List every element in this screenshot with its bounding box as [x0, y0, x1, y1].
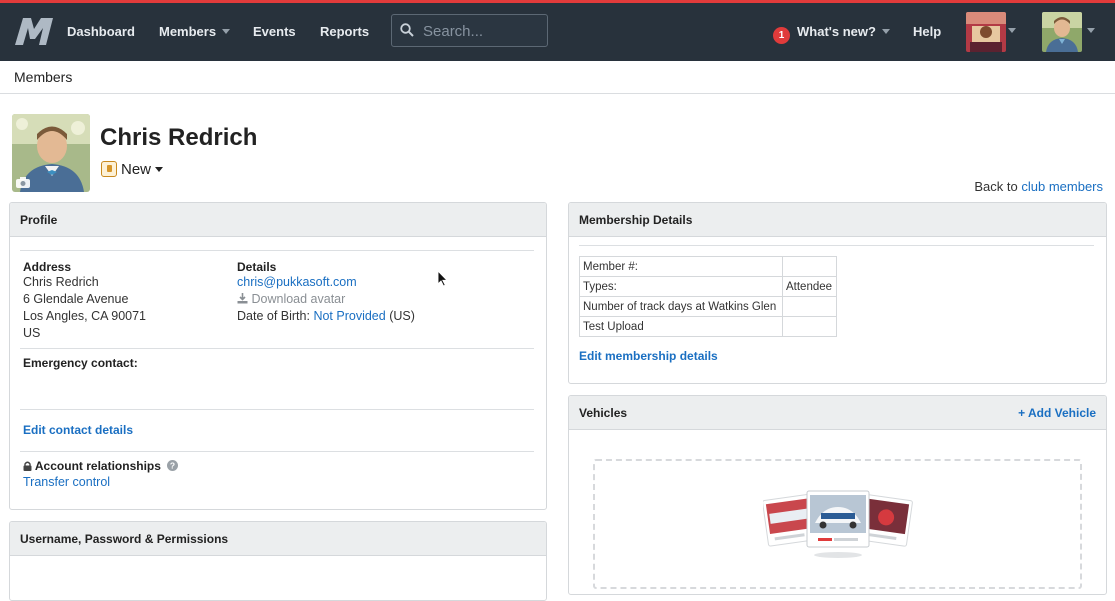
- table-row: Types: Attendee: [579, 276, 837, 297]
- edit-membership-details-link[interactable]: Edit membership details: [579, 349, 718, 363]
- search-box[interactable]: [391, 14, 548, 47]
- mouse-cursor-icon: [437, 270, 448, 287]
- breadcrumb-current: Members: [14, 69, 73, 85]
- chevron-down-icon: [1008, 28, 1016, 33]
- table-row: Member #:: [579, 256, 837, 277]
- membership-panel: Membership Details Member #: Types: Atten…: [568, 202, 1107, 384]
- nav-events[interactable]: Events: [253, 24, 296, 39]
- transfer-control-link[interactable]: Transfer control: [23, 475, 110, 489]
- profile-panel: Profile Address Chris Redrich 6 Glendale…: [9, 202, 547, 510]
- status-tag-icon: [101, 161, 117, 177]
- membership-fields-table: Member #: Types: Attendee Number of track…: [579, 256, 837, 337]
- search-icon: [400, 23, 414, 37]
- vehicle-dropzone[interactable]: [593, 459, 1082, 589]
- nav-help[interactable]: Help: [913, 24, 941, 39]
- search-input[interactable]: [421, 21, 541, 41]
- details-label: Details: [237, 260, 277, 274]
- help-icon[interactable]: ?: [167, 460, 179, 471]
- vehicles-panel-title: Vehicles + Add Vehicle: [569, 396, 1106, 430]
- top-navbar: Dashboard Members Events Reports 1 What'…: [0, 0, 1115, 61]
- emergency-contact-label: Emergency contact:: [23, 356, 138, 370]
- permissions-panel-title: Username, Password & Permissions: [10, 522, 546, 556]
- download-icon: [237, 293, 248, 304]
- nav-reports[interactable]: Reports: [320, 24, 369, 39]
- edit-contact-details-link[interactable]: Edit contact details: [23, 423, 133, 437]
- breadcrumb: Members: [0, 61, 1115, 94]
- lock-icon: [23, 461, 32, 471]
- chevron-down-icon: [1087, 28, 1095, 33]
- club-members-link[interactable]: club members: [1021, 179, 1103, 194]
- member-name: Chris Redrich: [100, 124, 258, 151]
- address-block: Chris Redrich 6 Glendale Avenue Los Angl…: [23, 275, 147, 340]
- notification-count-badge: 1: [773, 27, 790, 44]
- status-label: New: [121, 161, 152, 178]
- table-row: Test Upload: [579, 316, 837, 337]
- membership-status-dropdown[interactable]: New: [101, 161, 164, 178]
- account-relationships-label: Account relationships ?: [23, 459, 179, 473]
- chevron-down-icon: [881, 29, 890, 34]
- club-switcher-avatar[interactable]: [966, 12, 1006, 52]
- details-block: chris@pukkasoft.com Download avatar Date…: [237, 275, 415, 323]
- table-row: Number of track days at Watkins Glen: [579, 296, 837, 317]
- camera-icon[interactable]: [15, 176, 31, 189]
- profile-panel-title: Profile: [10, 203, 546, 237]
- download-avatar-link[interactable]: Download avatar: [237, 291, 415, 308]
- vehicle-cards-illustration: [763, 490, 913, 558]
- permissions-panel: Username, Password & Permissions: [9, 521, 547, 601]
- add-vehicle-link[interactable]: + Add Vehicle: [1018, 406, 1096, 420]
- club-switcher-caret[interactable]: [1008, 23, 1016, 38]
- email-link[interactable]: chris@pukkasoft.com: [237, 275, 357, 289]
- svg-text:?: ?: [170, 461, 175, 471]
- address-label: Address: [23, 260, 72, 274]
- back-to-members: Back to club members: [974, 179, 1103, 194]
- club-logo-icon[interactable]: [13, 15, 55, 47]
- chevron-down-icon: [155, 167, 164, 172]
- vehicles-panel: Vehicles + Add Vehicle: [568, 395, 1107, 595]
- member-avatar[interactable]: [12, 114, 90, 192]
- dob-link[interactable]: Not Provided: [313, 309, 385, 323]
- nav-members[interactable]: Members: [159, 24, 231, 39]
- whats-new-menu[interactable]: What's new?: [797, 24, 890, 39]
- user-menu-caret[interactable]: [1087, 23, 1095, 38]
- chevron-down-icon: [222, 29, 231, 34]
- nav-dashboard[interactable]: Dashboard: [67, 24, 135, 39]
- membership-panel-title: Membership Details: [569, 203, 1106, 237]
- user-menu-avatar[interactable]: [1042, 12, 1082, 52]
